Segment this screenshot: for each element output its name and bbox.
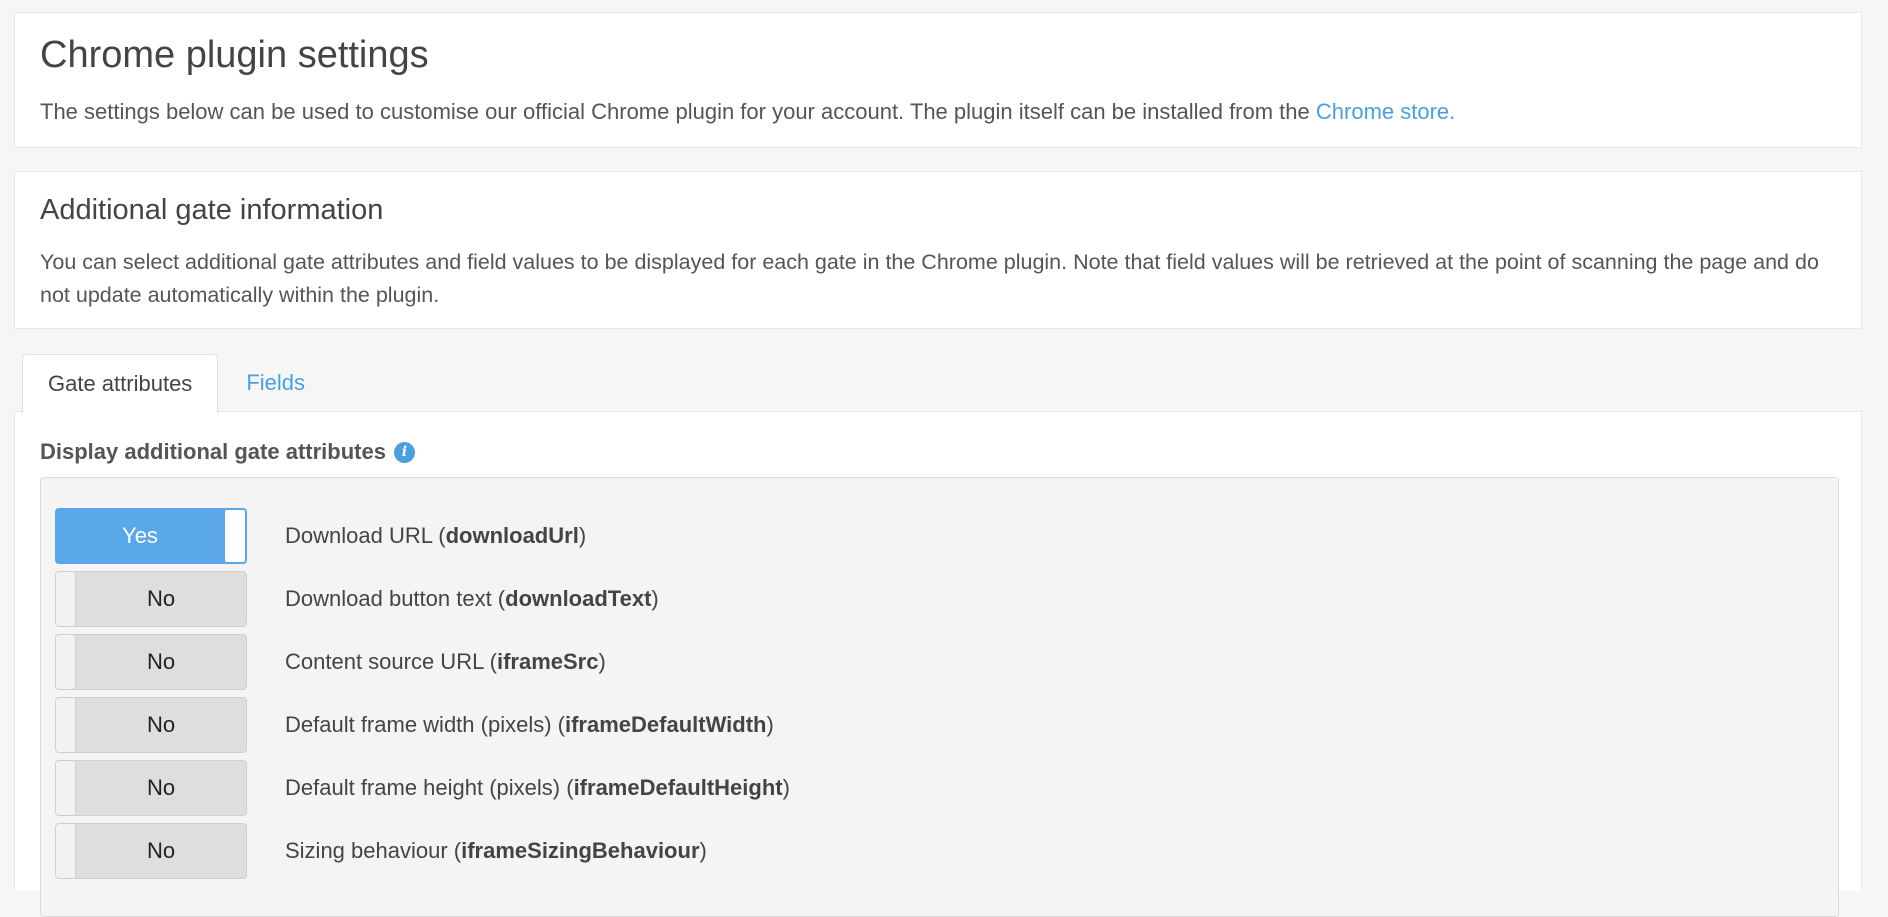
toggle-knob xyxy=(56,635,76,689)
tab-gate-attributes[interactable]: Gate attributes xyxy=(22,354,219,413)
toggle-knob xyxy=(56,572,76,626)
attribute-key: downloadUrl xyxy=(445,523,579,548)
toggle-label: No xyxy=(146,838,176,863)
attribute-row-download-text: No Download button text (downloadText) xyxy=(55,571,659,627)
toggle-label: No xyxy=(146,586,176,611)
attribute-row-download-url: Yes Download URL (downloadUrl) xyxy=(55,508,586,564)
toggle-knob xyxy=(56,824,76,878)
attribute-list: Yes Download URL (downloadUrl) No Downlo… xyxy=(40,477,1839,917)
attribute-label: Default frame width (pixels) (iframeDefa… xyxy=(285,712,774,737)
toggle-label: Yes xyxy=(122,523,158,548)
intro-text: The settings below can be used to custom… xyxy=(40,99,1455,125)
attribute-key: iframeSizingBehaviour xyxy=(461,838,700,863)
page-title: Chrome plugin settings xyxy=(40,34,429,76)
section-description: You can select additional gate attribute… xyxy=(40,250,1819,307)
intro-sentence: The settings below can be used to custom… xyxy=(40,99,1316,124)
toggle-iframe-default-height[interactable]: No xyxy=(55,760,247,816)
attribute-row-iframe-sizing-behaviour: No Sizing behaviour (iframeSizingBehavio… xyxy=(55,823,707,879)
attribute-key: downloadText xyxy=(505,586,652,611)
attribute-label: Default frame height (pixels) (iframeDef… xyxy=(285,775,790,800)
tab-bar: Gate attributes Fields xyxy=(22,354,330,413)
gate-attributes-panel: Display additional gate attributes i Yes… xyxy=(14,411,1862,917)
attribute-label: Content source URL (iframeSrc) xyxy=(285,649,606,674)
gate-info-card: Additional gate information You can sele… xyxy=(14,171,1862,329)
attribute-label: Download URL (downloadUrl) xyxy=(285,523,587,548)
section-title: Additional gate information xyxy=(40,194,384,226)
chrome-store-link[interactable]: Chrome store. xyxy=(1316,99,1455,124)
toggle-label: No xyxy=(146,649,176,674)
attribute-row-iframe-default-height: No Default frame height (pixels) (iframe… xyxy=(55,760,790,816)
attribute-key: iframeDefaultHeight xyxy=(573,775,783,800)
toggle-iframe-sizing-behaviour[interactable]: No xyxy=(55,823,247,879)
panel-heading-text: Display additional gate attributes xyxy=(40,439,386,464)
attribute-label: Download button text (downloadText) xyxy=(285,586,659,611)
toggle-iframe-src[interactable]: No xyxy=(55,634,247,690)
info-icon[interactable]: i xyxy=(393,441,415,463)
attribute-key: iframeDefaultWidth xyxy=(564,712,767,737)
toggle-download-text[interactable]: No xyxy=(55,571,247,627)
toggle-download-url[interactable]: Yes xyxy=(55,508,247,564)
plugin-settings-card: Chrome plugin settings The settings belo… xyxy=(14,12,1862,148)
attribute-row-iframe-src: No Content source URL (iframeSrc) xyxy=(55,634,606,690)
toggle-knob xyxy=(224,509,246,563)
toggle-label: No xyxy=(146,775,176,800)
toggle-knob xyxy=(56,761,76,815)
attribute-row-iframe-default-width: No Default frame width (pixels) (iframeD… xyxy=(55,697,774,753)
toggle-label: No xyxy=(146,712,176,737)
tab-fields[interactable]: Fields xyxy=(218,354,330,412)
attribute-key: iframeSrc xyxy=(496,649,599,674)
panel-heading: Display additional gate attributes i xyxy=(40,439,415,465)
attribute-label: Sizing behaviour (iframeSizingBehaviour) xyxy=(285,838,707,863)
toggle-iframe-default-width[interactable]: No xyxy=(55,697,247,753)
toggle-knob xyxy=(56,698,76,752)
